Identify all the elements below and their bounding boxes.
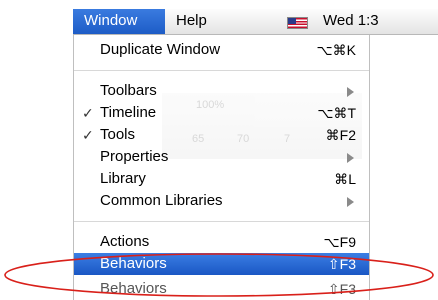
menu-item-label: Common Libraries	[100, 192, 223, 209]
checkmark-icon: ✓	[82, 105, 94, 121]
menu-item-timeline[interactable]: ✓ Timeline ⌥⌘T	[74, 102, 369, 124]
menu-item-shortcut: ⇧F3	[327, 256, 356, 272]
menu-clock[interactable]: Wed 1:3	[323, 9, 379, 34]
menu-item-label: Behaviors	[100, 255, 167, 272]
submenu-arrow-icon	[347, 197, 354, 207]
menu-item-shortcut: ⌥⌘T	[317, 105, 356, 121]
menu-window[interactable]: Window	[73, 9, 165, 34]
checkmark-icon: ✓	[82, 127, 94, 143]
menu-divider	[74, 221, 369, 222]
menu-item-label: Behaviors	[100, 280, 167, 297]
menu-item-partial[interactable]: Behaviors ⇧F3	[74, 278, 369, 300]
submenu-arrow-icon	[347, 87, 354, 97]
menu-divider	[74, 70, 369, 71]
menu-item-shortcut: ⌘L	[334, 171, 356, 187]
menu-item-actions[interactable]: Actions ⌥F9	[74, 231, 369, 253]
menu-item-label: Timeline	[100, 104, 157, 121]
menu-item-duplicate-window[interactable]: Duplicate Window ⌥⌘K	[74, 39, 369, 61]
menu-item-label: Actions	[100, 233, 150, 250]
menu-item-library[interactable]: Library ⌘L	[74, 168, 369, 190]
menu-item-behaviors[interactable]: Behaviors ⇧F3	[74, 253, 369, 275]
menu-item-toolbars[interactable]: Toolbars	[74, 80, 369, 102]
menu-item-label: Library	[100, 170, 146, 187]
menu-item-label: Duplicate Window	[100, 41, 221, 58]
menu-item-label: Toolbars	[100, 82, 157, 99]
window-menu-dropdown: 100% 65 70 7 Duplicate Window ⌥⌘K Toolba…	[73, 35, 370, 300]
menu-item-label: Properties	[100, 148, 169, 165]
menu-item-tools[interactable]: ✓ Tools ⌘F2	[74, 124, 369, 146]
submenu-arrow-icon	[347, 153, 354, 163]
menu-help[interactable]: Help	[176, 9, 207, 34]
menu-item-common-libraries[interactable]: Common Libraries	[74, 190, 369, 212]
menu-item-shortcut: ⇧F3	[327, 281, 356, 297]
menu-item-properties[interactable]: Properties	[74, 146, 369, 168]
menu-item-shortcut: ⌥F9	[323, 234, 356, 250]
menu-item-label: Tools	[100, 126, 136, 143]
us-flag-icon[interactable]	[287, 17, 308, 29]
menu-item-shortcut: ⌘F2	[325, 127, 356, 143]
menu-bar: Window Help Wed 1:3	[73, 9, 438, 35]
menu-item-shortcut: ⌥⌘K	[316, 42, 356, 58]
